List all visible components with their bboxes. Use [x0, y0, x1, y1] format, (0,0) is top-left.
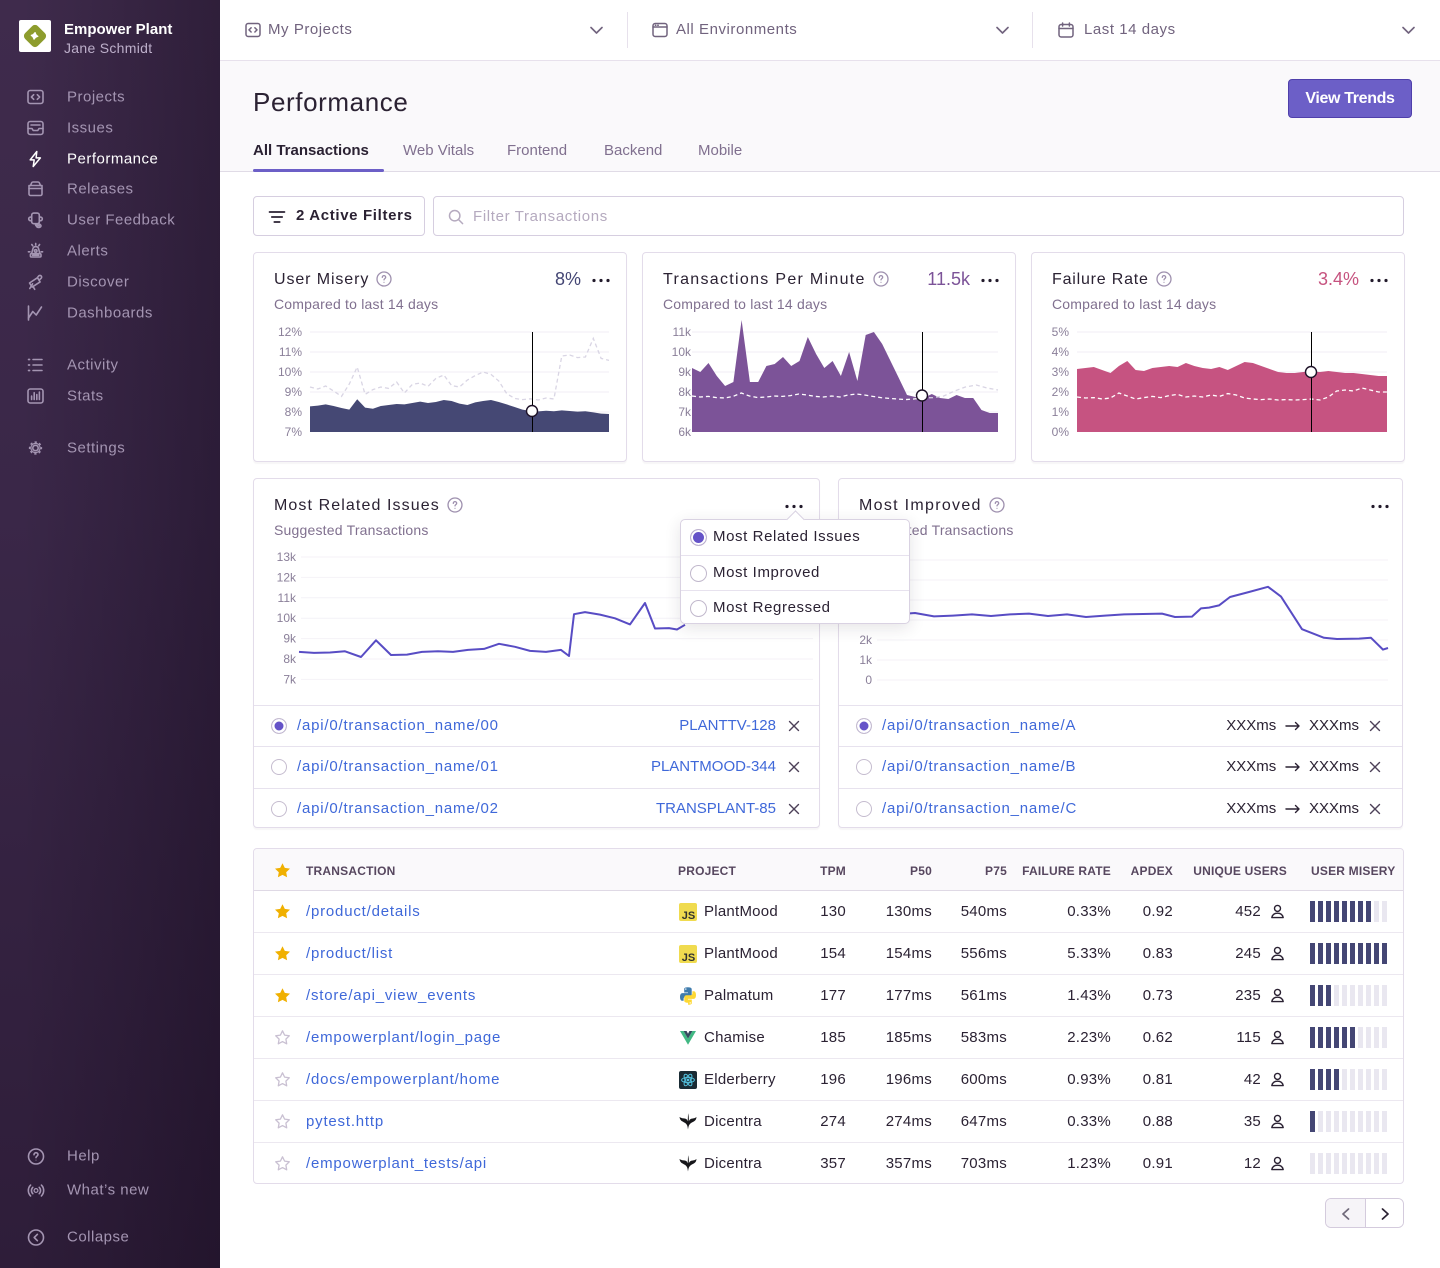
svg-text:2k: 2k: [859, 633, 873, 647]
svg-text:9%: 9%: [285, 385, 303, 399]
svg-text:2%: 2%: [1052, 385, 1070, 399]
svg-text:1%: 1%: [1052, 405, 1070, 419]
svg-text:12k: 12k: [277, 570, 297, 584]
svg-text:9k: 9k: [678, 365, 692, 379]
svg-text:13k: 13k: [277, 550, 297, 564]
svg-text:4%: 4%: [1052, 345, 1070, 359]
svg-text:7k: 7k: [283, 672, 297, 686]
svg-text:3%: 3%: [1052, 365, 1070, 379]
svg-text:11k: 11k: [278, 591, 297, 605]
svg-text:JS: JS: [682, 952, 695, 964]
svg-text:8k: 8k: [283, 652, 297, 666]
svg-text:0%: 0%: [1052, 425, 1070, 439]
svg-text:5%: 5%: [1052, 325, 1070, 339]
svg-text:8%: 8%: [285, 405, 303, 419]
svg-text:11%: 11%: [279, 345, 302, 359]
svg-text:6k: 6k: [678, 425, 692, 439]
svg-text:1k: 1k: [859, 653, 873, 667]
svg-text:11k: 11k: [673, 325, 692, 339]
svg-text:7k: 7k: [678, 405, 692, 419]
svg-text:0: 0: [865, 673, 872, 687]
svg-text:9k: 9k: [283, 632, 297, 646]
svg-text:12%: 12%: [278, 325, 302, 339]
svg-text:10k: 10k: [672, 345, 692, 359]
svg-text:8k: 8k: [678, 385, 692, 399]
svg-text:10%: 10%: [278, 365, 302, 379]
svg-text:JS: JS: [682, 910, 695, 922]
svg-text:10k: 10k: [277, 611, 297, 625]
svg-text:7%: 7%: [285, 425, 303, 439]
